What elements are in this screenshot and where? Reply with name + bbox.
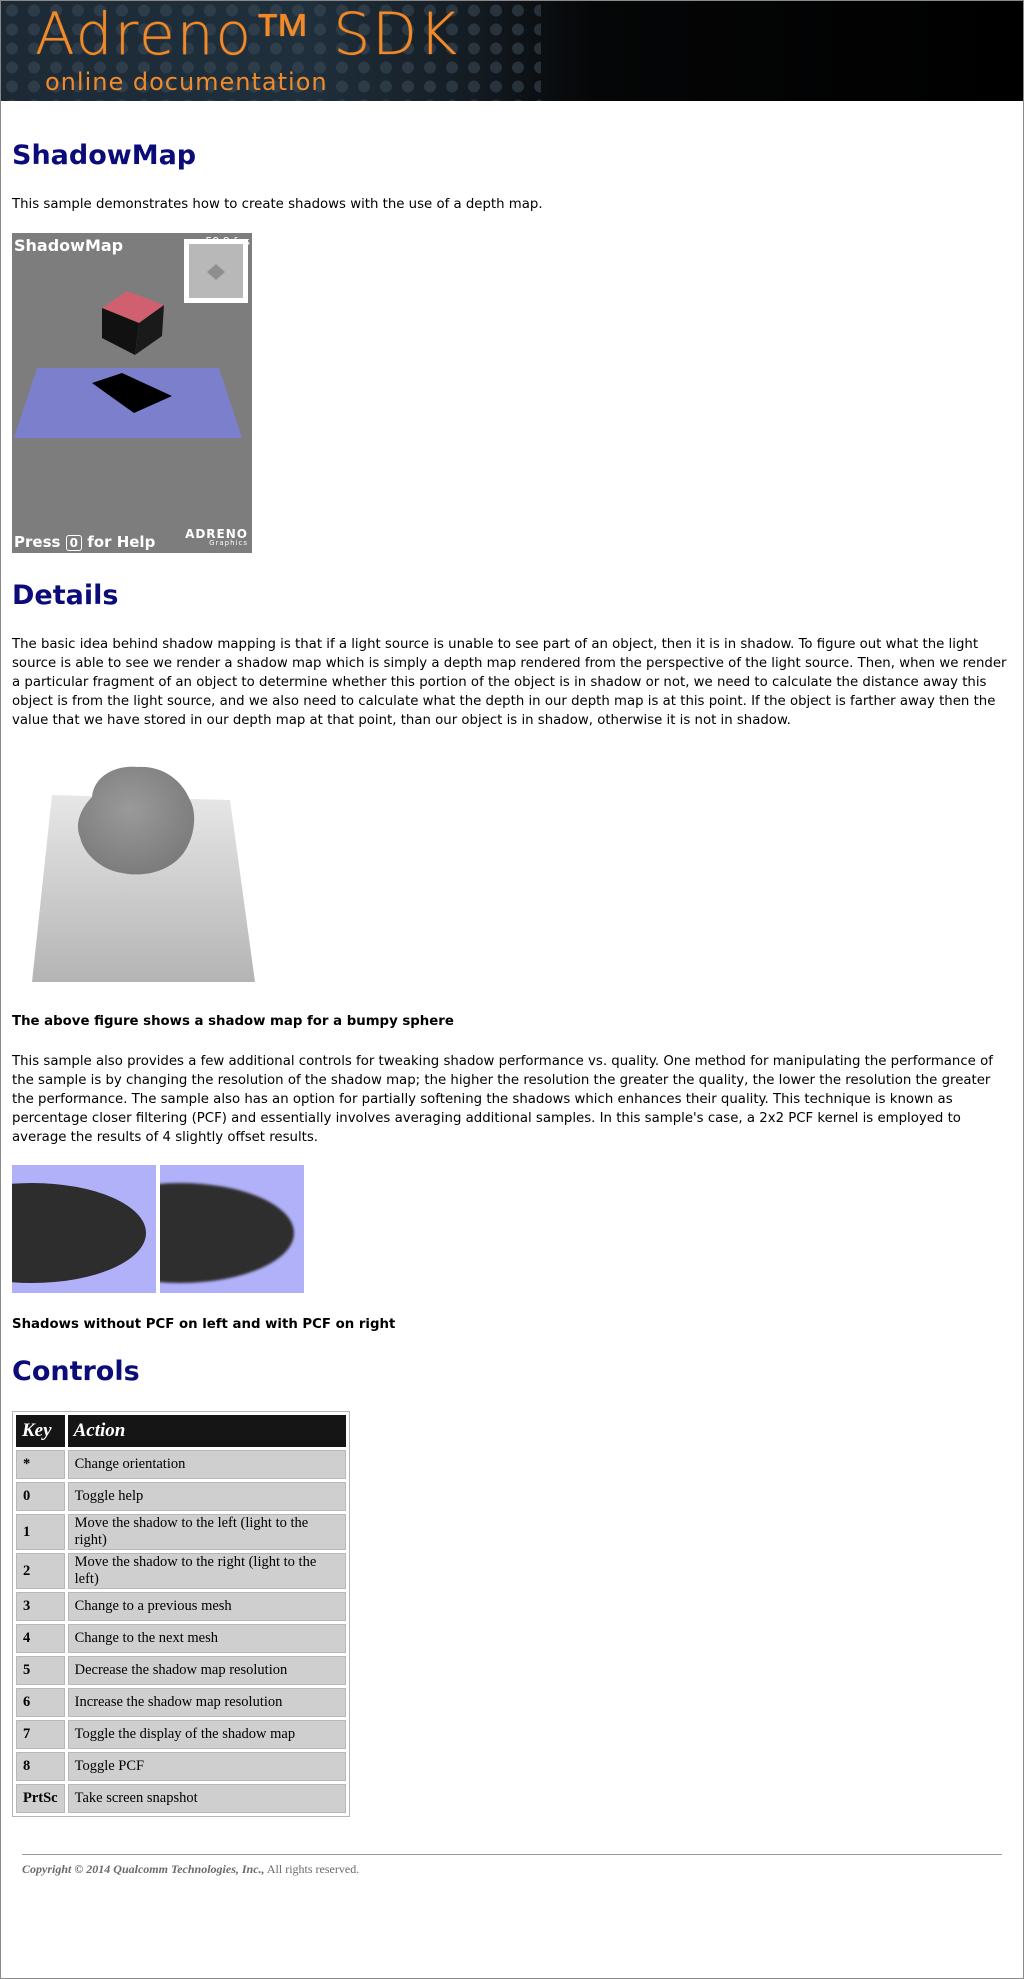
intro-text: This sample demonstrates how to create s… bbox=[12, 197, 543, 212]
key-cell: 4 bbox=[16, 1624, 65, 1653]
rights-text: All rights reserved. bbox=[266, 1862, 360, 1876]
table-row: 0 Toggle help bbox=[16, 1482, 346, 1511]
action-cell: Increase the shadow map resolution bbox=[67, 1688, 346, 1717]
key-cell: 2 bbox=[16, 1553, 65, 1589]
page-title: ShadowMap bbox=[12, 140, 197, 171]
details-paragraph-1: The basic idea behind shadow mapping is … bbox=[12, 637, 1007, 728]
controls-table: Key Action * Change orientation 0 Toggle he… bbox=[12, 1411, 350, 1817]
help-hint: Press 0 for Help bbox=[14, 533, 155, 551]
action-cell: Toggle PCF bbox=[67, 1752, 346, 1781]
figure-caption-1: The above figure shows a shadow map for … bbox=[12, 1014, 454, 1029]
table-row: 6 Increase the shadow map resolution bbox=[16, 1688, 346, 1717]
mini-cube bbox=[207, 264, 225, 280]
key-cell: 6 bbox=[16, 1688, 65, 1717]
bumpy-sphere bbox=[77, 766, 195, 875]
action-cell: Change to a previous mesh bbox=[67, 1592, 346, 1621]
help-key: 0 bbox=[65, 535, 83, 551]
sdk-banner: Adreno™ SDK online documentation bbox=[1, 1, 1023, 101]
key-cell: 7 bbox=[16, 1720, 65, 1749]
action-cell: Decrease the shadow map resolution bbox=[67, 1656, 346, 1685]
key-cell: 1 bbox=[16, 1514, 65, 1550]
details-paragraph-2: This sample also provides a few addition… bbox=[12, 1054, 993, 1145]
action-cell: Move the shadow to the left (light to th… bbox=[67, 1514, 346, 1550]
depth-map-figure bbox=[12, 745, 272, 985]
banner-subtitle: online documentation bbox=[45, 68, 328, 96]
help-suffix: for Help bbox=[87, 533, 156, 551]
footer: Copyright © 2014 Qualcomm Technologies, … bbox=[22, 1862, 359, 1877]
action-cell: Take screen snapshot bbox=[67, 1784, 346, 1813]
key-cell: PrtSc bbox=[16, 1784, 65, 1813]
adreno-logo: ADRENO Graphics bbox=[185, 527, 248, 547]
table-row: 2 Move the shadow to the right (light to … bbox=[16, 1553, 346, 1589]
depth-map-image bbox=[32, 766, 255, 982]
footer-divider bbox=[22, 1854, 1002, 1855]
sample-screenshot: ShadowMap 59.9 fps Press 0 for Help ADRE… bbox=[12, 233, 252, 553]
action-cell: Toggle the display of the shadow map bbox=[67, 1720, 346, 1749]
table-row: 8 Toggle PCF bbox=[16, 1752, 346, 1781]
table-row: PrtSc Take screen snapshot bbox=[16, 1784, 346, 1813]
controls-heading: Controls bbox=[12, 1356, 140, 1387]
action-cell: Move the shadow to the right (light to t… bbox=[67, 1553, 346, 1589]
hard-shadow bbox=[12, 1183, 146, 1283]
key-cell: 0 bbox=[16, 1482, 65, 1511]
key-column-header: Key bbox=[16, 1415, 65, 1447]
table-row: 4 Change to the next mesh bbox=[16, 1624, 346, 1653]
soft-shadow bbox=[160, 1183, 294, 1283]
shadow-with-pcf bbox=[160, 1165, 304, 1293]
shadow-map-preview bbox=[184, 239, 248, 303]
key-cell: 3 bbox=[16, 1592, 65, 1621]
key-cell: 5 bbox=[16, 1656, 65, 1685]
key-cell: * bbox=[16, 1450, 65, 1479]
table-row: 1 Move the shadow to the left (light to t… bbox=[16, 1514, 346, 1550]
table-header-row: Key Action bbox=[16, 1415, 346, 1447]
banner-title: Adreno™ SDK bbox=[35, 1, 459, 68]
hard-shadow-image bbox=[12, 1183, 146, 1283]
action-cell: Toggle help bbox=[67, 1482, 346, 1511]
action-cell: Change orientation bbox=[67, 1450, 346, 1479]
table-row: 3 Change to a previous mesh bbox=[16, 1592, 346, 1621]
app-label: ShadowMap bbox=[14, 236, 124, 255]
action-cell: Change to the next mesh bbox=[67, 1624, 346, 1653]
action-column-header: Action bbox=[67, 1415, 346, 1447]
figure-caption-2: Shadows without PCF on left and with PCF… bbox=[12, 1317, 396, 1332]
help-prefix: Press bbox=[14, 533, 61, 551]
table-row: 5 Decrease the shadow map resolution bbox=[16, 1656, 346, 1685]
details-heading: Details bbox=[12, 580, 119, 611]
shadow-without-pcf bbox=[12, 1165, 156, 1293]
soft-shadow-image bbox=[160, 1183, 294, 1283]
copyright-text: Copyright © 2014 Qualcomm Technologies, … bbox=[22, 1862, 265, 1876]
table-row: 7 Toggle the display of the shadow map bbox=[16, 1720, 346, 1749]
key-cell: 8 bbox=[16, 1752, 65, 1781]
table-row: * Change orientation bbox=[16, 1450, 346, 1479]
